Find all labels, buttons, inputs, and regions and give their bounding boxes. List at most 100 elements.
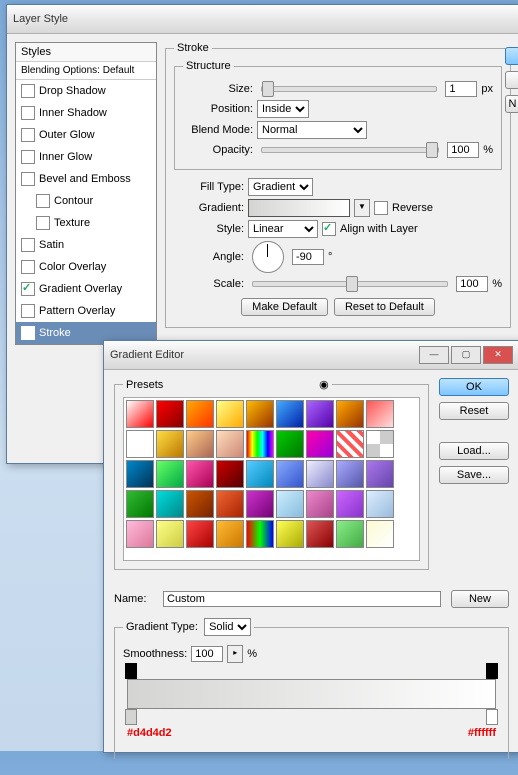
style-item-texture[interactable]: Texture xyxy=(16,212,156,234)
smooth-input[interactable] xyxy=(191,646,223,662)
color-stop-right[interactable] xyxy=(486,709,498,725)
color-stop-left[interactable] xyxy=(125,709,137,725)
style-checkbox[interactable] xyxy=(21,106,35,120)
opacity-stop-left[interactable] xyxy=(125,663,137,679)
preset-swatch[interactable] xyxy=(306,460,334,488)
make-default-button[interactable]: Make Default xyxy=(241,298,328,316)
style-checkbox[interactable] xyxy=(21,172,35,186)
styles-header[interactable]: Styles xyxy=(16,43,156,62)
preset-swatch[interactable] xyxy=(216,430,244,458)
style-checkbox[interactable] xyxy=(21,304,35,318)
gradient-bar[interactable] xyxy=(127,679,496,709)
preset-swatch[interactable] xyxy=(306,490,334,518)
style-checkbox[interactable] xyxy=(36,216,50,230)
preset-swatch[interactable] xyxy=(156,430,184,458)
preset-swatch[interactable] xyxy=(336,460,364,488)
preset-swatch[interactable] xyxy=(126,490,154,518)
ls-cancel-button[interactable] xyxy=(505,71,518,89)
preset-swatch[interactable] xyxy=(276,520,304,548)
preset-swatch[interactable] xyxy=(126,460,154,488)
style-item-contour[interactable]: Contour xyxy=(16,190,156,212)
style-checkbox[interactable] xyxy=(21,260,35,274)
preset-swatch[interactable] xyxy=(186,490,214,518)
preset-swatch[interactable] xyxy=(156,490,184,518)
style-item-pattern-overlay[interactable]: Pattern Overlay xyxy=(16,300,156,322)
preset-swatch[interactable] xyxy=(246,430,274,458)
style-item-bevel-and-emboss[interactable]: Bevel and Emboss xyxy=(16,168,156,190)
style-item-color-overlay[interactable]: Color Overlay xyxy=(16,256,156,278)
position-select[interactable]: Inside xyxy=(257,100,309,118)
preset-swatch[interactable] xyxy=(366,490,394,518)
style-checkbox[interactable] xyxy=(21,238,35,252)
preset-swatch[interactable] xyxy=(186,520,214,548)
style-item-gradient-overlay[interactable]: Gradient Overlay xyxy=(16,278,156,300)
preset-swatch[interactable] xyxy=(156,460,184,488)
smooth-dropdown-icon[interactable]: ▸ xyxy=(227,645,243,663)
ge-ok-button[interactable]: OK xyxy=(439,378,509,396)
preset-swatch[interactable] xyxy=(186,430,214,458)
opacity-input[interactable] xyxy=(447,142,479,158)
filltype-select[interactable]: Gradient xyxy=(248,178,313,196)
preset-swatch[interactable] xyxy=(246,520,274,548)
preset-swatch[interactable] xyxy=(126,520,154,548)
style-item-drop-shadow[interactable]: Drop Shadow xyxy=(16,80,156,102)
preset-swatch[interactable] xyxy=(246,460,274,488)
preset-swatch[interactable] xyxy=(246,400,274,428)
style-checkbox[interactable] xyxy=(21,282,35,296)
preset-swatch[interactable] xyxy=(366,520,394,548)
blending-options[interactable]: Blending Options: Default xyxy=(16,62,156,80)
size-slider[interactable] xyxy=(261,86,437,92)
preset-swatch[interactable] xyxy=(306,430,334,458)
angle-input[interactable] xyxy=(292,249,324,265)
style-item-satin[interactable]: Satin xyxy=(16,234,156,256)
preset-swatch[interactable] xyxy=(186,400,214,428)
preset-swatch[interactable] xyxy=(126,430,154,458)
preset-swatch[interactable] xyxy=(126,400,154,428)
layer-style-titlebar[interactable]: Layer Style xyxy=(7,5,518,34)
preset-swatch[interactable] xyxy=(306,520,334,548)
preset-swatch[interactable] xyxy=(156,520,184,548)
style-item-inner-shadow[interactable]: Inner Shadow xyxy=(16,102,156,124)
preset-swatch[interactable] xyxy=(366,460,394,488)
reset-default-button[interactable]: Reset to Default xyxy=(334,298,435,316)
presets-menu-icon[interactable]: ◉ xyxy=(319,379,329,391)
preset-swatch[interactable] xyxy=(156,400,184,428)
maximize-icon[interactable]: ▢ xyxy=(451,346,481,364)
preset-swatch[interactable] xyxy=(186,460,214,488)
preset-swatch[interactable] xyxy=(306,400,334,428)
preset-swatch[interactable] xyxy=(246,490,274,518)
ge-save-button[interactable]: Save... xyxy=(439,466,509,484)
style-item-outer-glow[interactable]: Outer Glow xyxy=(16,124,156,146)
preset-swatch[interactable] xyxy=(336,520,364,548)
preset-swatch[interactable] xyxy=(336,430,364,458)
ls-new-style-button[interactable]: N xyxy=(505,95,518,113)
presets-grid[interactable] xyxy=(123,397,420,561)
ge-titlebar[interactable]: Gradient Editor — ▢ ✕ xyxy=(104,341,518,370)
preset-swatch[interactable] xyxy=(366,430,394,458)
angle-dial[interactable] xyxy=(252,241,284,273)
scale-slider[interactable] xyxy=(252,281,448,287)
preset-swatch[interactable] xyxy=(276,430,304,458)
size-input[interactable] xyxy=(445,81,477,97)
ge-load-button[interactable]: Load... xyxy=(439,442,509,460)
preset-swatch[interactable] xyxy=(276,400,304,428)
preset-swatch[interactable] xyxy=(336,400,364,428)
preset-swatch[interactable] xyxy=(276,490,304,518)
blend-select[interactable]: Normal xyxy=(257,121,367,139)
gradient-dropdown-icon[interactable]: ▼ xyxy=(354,199,370,217)
ge-reset-button[interactable]: Reset xyxy=(439,402,509,420)
preset-swatch[interactable] xyxy=(216,460,244,488)
opacity-stop-right[interactable] xyxy=(486,663,498,679)
name-input[interactable] xyxy=(163,591,441,607)
style-checkbox[interactable] xyxy=(36,194,50,208)
style-checkbox[interactable] xyxy=(21,150,35,164)
ls-ok-button[interactable] xyxy=(505,47,518,65)
reverse-checkbox[interactable] xyxy=(374,201,388,215)
gradtype-select[interactable]: Solid xyxy=(204,618,251,636)
scale-input[interactable] xyxy=(456,276,488,292)
style-checkbox[interactable] xyxy=(21,128,35,142)
style-select[interactable]: Linear xyxy=(248,220,318,238)
preset-swatch[interactable] xyxy=(366,400,394,428)
style-checkbox[interactable] xyxy=(21,84,35,98)
opacity-slider[interactable] xyxy=(261,147,439,153)
